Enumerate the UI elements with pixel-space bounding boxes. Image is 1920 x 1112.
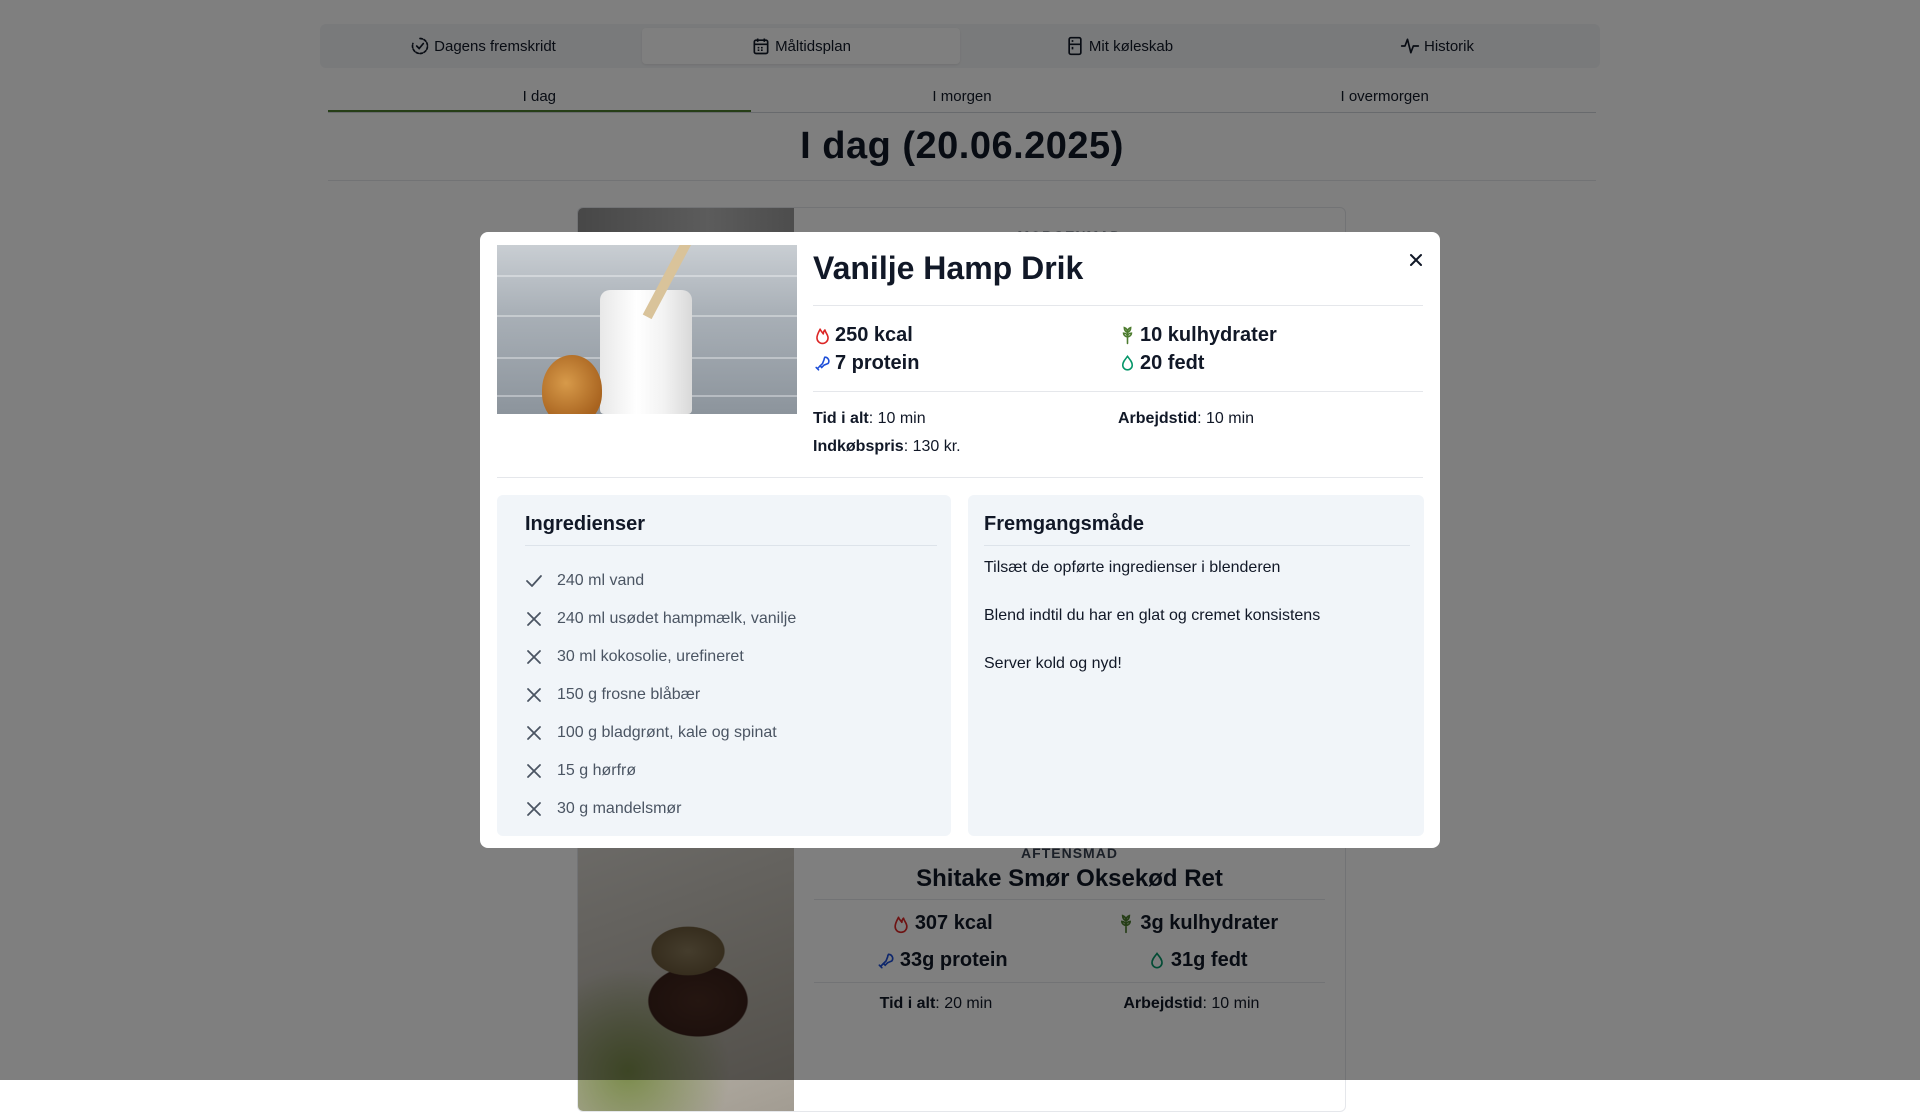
ingredient-item[interactable]: 240 ml vand [525, 562, 796, 600]
purchase-price: Indkøbspris: 130 kr. [813, 438, 961, 455]
close-icon [1410, 254, 1422, 266]
ingredients-heading: Ingredienser [525, 513, 937, 546]
ingredient-item[interactable]: 240 ml usødet hampmælk, vanilje [525, 600, 796, 638]
x-icon [527, 802, 541, 816]
x-icon [527, 612, 541, 626]
ingredient-item[interactable]: 100 g bladgrønt, kale og spinat [525, 714, 796, 752]
drumstick-icon [815, 356, 830, 371]
close-button[interactable] [1402, 246, 1430, 274]
instruction-step: Blend indtil du har en glat og cremet ko… [984, 607, 1321, 624]
wheat-icon [1122, 326, 1133, 345]
ingredient-item[interactable]: 15 g hørfrø [525, 752, 796, 790]
kcal-stat: 250 kcal [813, 324, 913, 347]
instructions-list: Tilsæt de opførte ingredienser i blender… [984, 559, 1320, 703]
ingredients-list: 240 ml vand 240 ml usødet hampmælk, vani… [525, 562, 796, 828]
ingredients-panel: Ingredienser 240 ml vand 240 ml usødet h… [497, 495, 951, 836]
recipe-image [497, 245, 797, 414]
instruction-step: Tilsæt de opførte ingredienser i blender… [984, 559, 1281, 576]
protein-stat: 7 protein [813, 352, 919, 375]
droplet-icon [1121, 355, 1134, 371]
ingredient-item[interactable]: 30 ml kokosolie, urefineret [525, 638, 796, 676]
instructions-panel: Fremgangsmåde Tilsæt de opførte ingredie… [968, 495, 1424, 836]
carbs-stat: 10 kulhydrater [1118, 324, 1277, 347]
x-icon [527, 764, 541, 778]
instruction-step: Server kold og nyd! [984, 655, 1122, 672]
recipe-title: Vanilje Hamp Drik [813, 250, 1084, 286]
total-time: Tid i alt: 10 min [813, 410, 926, 427]
x-icon [527, 726, 541, 740]
x-icon [527, 688, 541, 702]
ingredient-item[interactable]: 150 g frosne blåbær [525, 676, 796, 714]
fat-stat: 20 fedt [1118, 352, 1204, 375]
instructions-heading: Fremgangsmåde [984, 513, 1410, 546]
work-time: Arbejdstid: 10 min [1118, 410, 1255, 427]
flame-icon [816, 328, 829, 345]
x-icon [527, 650, 541, 664]
recipe-modal: Vanilje Hamp Drik 250 kcal 7 protein 10 … [480, 232, 1440, 848]
check-icon [526, 575, 542, 587]
ingredient-item[interactable]: 30 g mandelsmør [525, 790, 796, 828]
